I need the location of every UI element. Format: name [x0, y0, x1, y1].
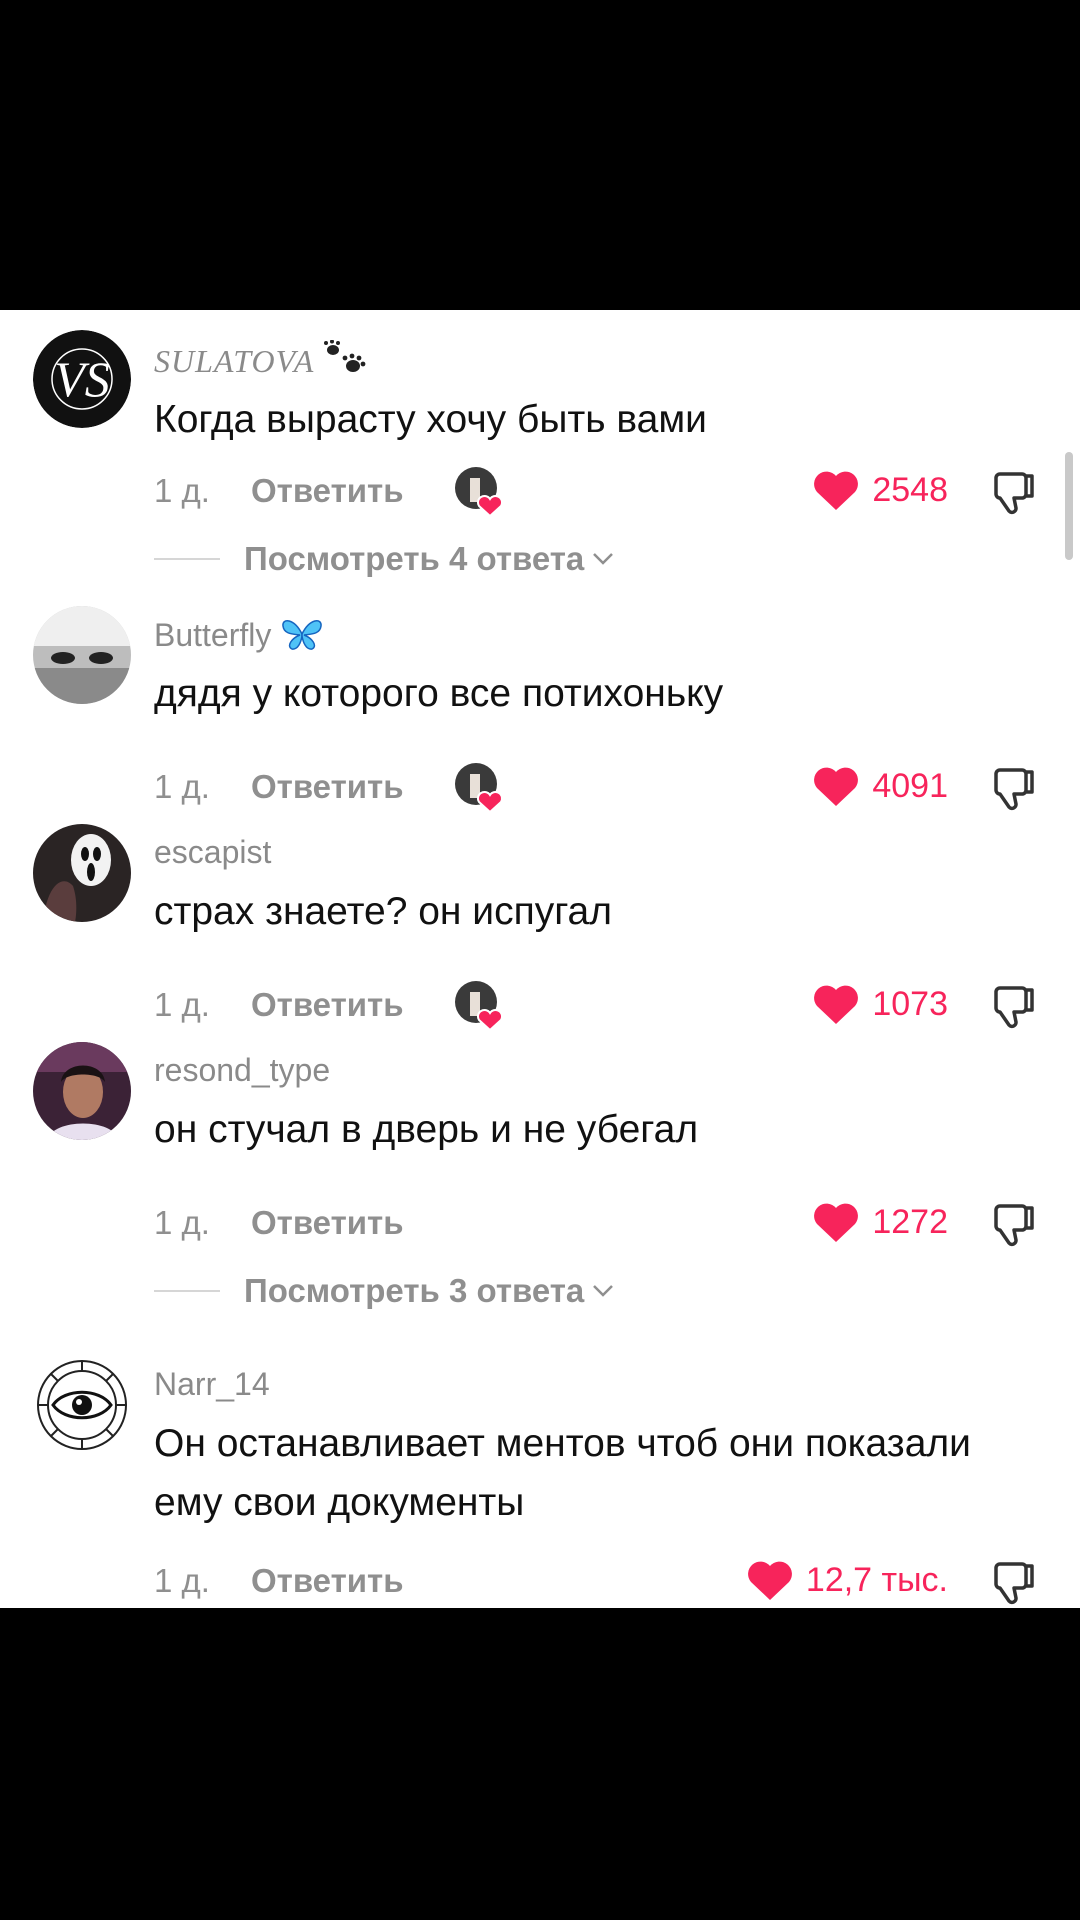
username[interactable]: resond_type [154, 1052, 330, 1089]
heart-icon [748, 1561, 792, 1600]
creator-liked-icon [455, 763, 504, 814]
heart-icon [814, 1203, 859, 1242]
scrollbar[interactable] [1065, 452, 1073, 560]
paw-prints-icon [323, 339, 366, 372]
avatar[interactable] [33, 606, 131, 704]
divider [154, 1290, 220, 1292]
dislike-icon[interactable] [988, 1200, 1038, 1250]
comment-time: 1 д. [154, 472, 210, 509]
reply-button[interactable]: Ответить [251, 986, 404, 1024]
dislike-icon[interactable] [988, 982, 1038, 1032]
butterfly-icon [282, 620, 323, 650]
comment-text: Он останавливает ментов чтоб они показал… [154, 1422, 971, 1524]
reply-button[interactable]: Ответить [251, 768, 404, 806]
like-button[interactable]: 4091 [812, 764, 948, 808]
creator-liked-icon [455, 981, 504, 1032]
comment-text: дядя у которого все потихоньку [154, 672, 724, 715]
dislike-icon[interactable] [988, 468, 1038, 518]
comment-time: 1 д. [154, 986, 210, 1023]
like-count: 1073 [872, 984, 948, 1023]
chevron-down-icon [593, 553, 614, 565]
heart-icon [814, 471, 859, 510]
like-count: 1272 [872, 1202, 948, 1241]
reply-button[interactable]: Ответить [251, 1204, 404, 1242]
reply-button[interactable]: Ответить [251, 1562, 404, 1600]
comment-time: 1 д. [154, 768, 210, 805]
view-replies-button[interactable]: Посмотреть 4 ответа [154, 540, 614, 578]
like-count: 2548 [872, 470, 948, 509]
avatar[interactable] [33, 1042, 131, 1140]
heart-icon [814, 985, 859, 1024]
comment-text: страх знаете? он испугал [154, 890, 613, 933]
comment-time: 1 д. [154, 1204, 210, 1241]
avatar[interactable]: VS [33, 330, 131, 428]
view-replies-button[interactable]: Посмотреть 3 ответа [154, 1272, 614, 1310]
like-count: 12,7 тыс. [805, 1560, 948, 1599]
username[interactable]: escapist [154, 834, 271, 871]
creator-liked-icon [455, 467, 504, 518]
like-button[interactable]: 1073 [812, 982, 948, 1026]
divider [154, 558, 220, 560]
comment-text: он стучал в дверь и не убегал [154, 1108, 699, 1151]
dislike-icon[interactable] [988, 764, 1038, 814]
heart-icon [814, 767, 859, 806]
like-button[interactable]: 2548 [812, 468, 948, 512]
like-button[interactable]: 1272 [812, 1200, 948, 1244]
username[interactable]: Narr_14 [154, 1366, 270, 1403]
reply-button[interactable]: Ответить [251, 472, 404, 510]
like-count: 4091 [872, 766, 948, 805]
comment-text: Когда вырасту хочу быть вами [154, 398, 707, 441]
avatar[interactable] [33, 1356, 131, 1454]
svg-text:VS: VS [54, 351, 110, 407]
username[interactable]: SULATOVA [154, 339, 367, 380]
like-button[interactable]: 12,7 тыс. [746, 1558, 948, 1602]
avatar[interactable] [33, 824, 131, 922]
username[interactable]: Butterfly [154, 616, 324, 654]
chevron-down-icon [593, 1285, 614, 1297]
dislike-icon[interactable] [988, 1558, 1038, 1608]
comment-time: 1 д. [154, 1562, 210, 1599]
comments-panel: VS SULATOVA Когда вырасту хочу быть вами… [0, 310, 1080, 1608]
